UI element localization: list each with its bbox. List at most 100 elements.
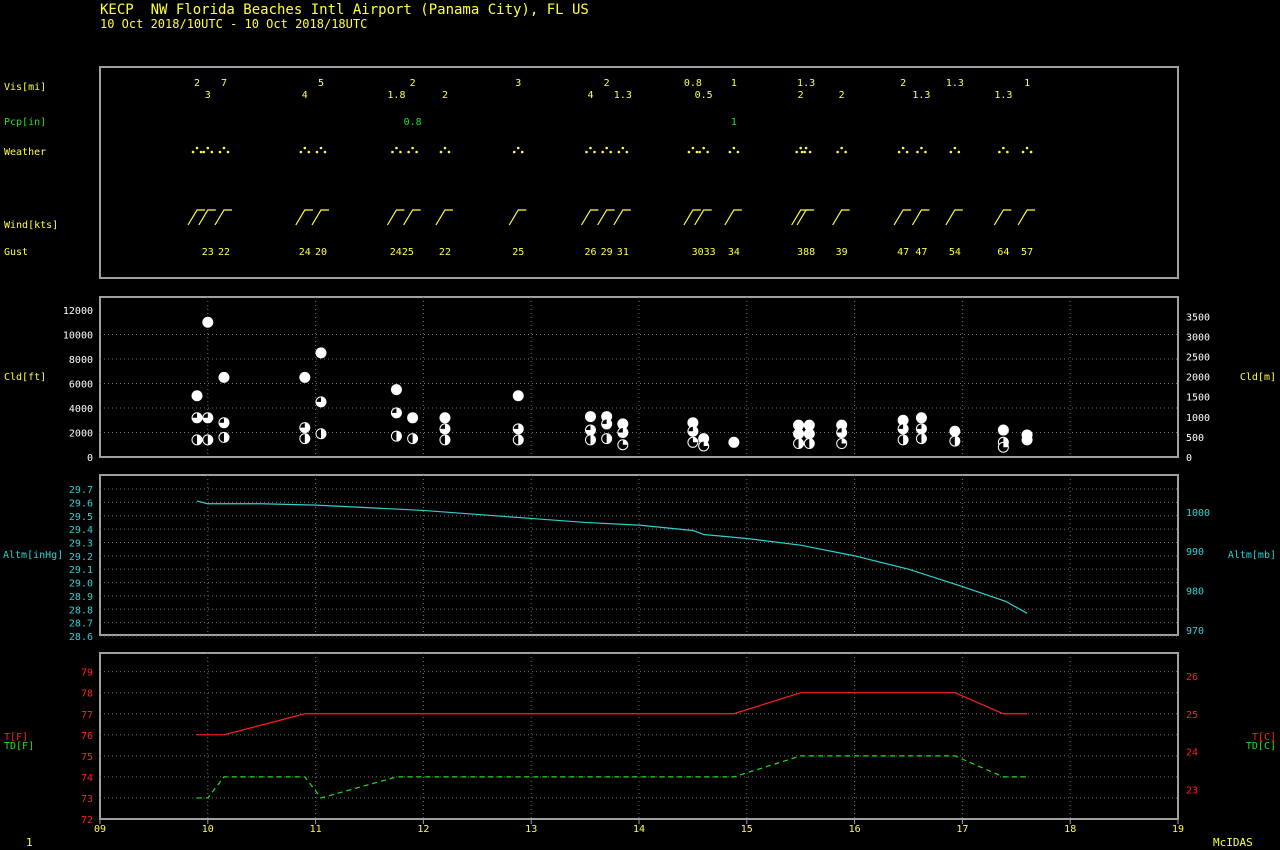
temperature-tick-f: 75 — [81, 752, 93, 763]
gust-value: 31 — [617, 247, 629, 258]
cloud-tick-m: 3000 — [1186, 332, 1210, 343]
altimeter-tick-in: 28.8 — [69, 605, 93, 616]
cloud-cover-fill — [304, 433, 310, 444]
cloud-cover-fill — [606, 433, 612, 444]
weather-symbol — [844, 150, 847, 154]
altimeter-tick-in: 29.7 — [69, 485, 93, 496]
weather-symbol — [687, 150, 691, 154]
temperature-tick-f: 78 — [81, 689, 93, 700]
temperature-tick-f: 77 — [81, 710, 93, 721]
weather-symbol — [516, 146, 520, 150]
cloud-cover-fill — [809, 438, 815, 449]
x-tick-label: 09 — [94, 824, 106, 835]
cloud-tick-ft: 8000 — [69, 355, 93, 366]
weather-symbol — [897, 150, 901, 154]
weather-symbol — [803, 150, 806, 154]
cloud-cover-fill — [798, 438, 804, 449]
vis-value: 4 — [587, 90, 593, 101]
gust-value: 22 — [439, 247, 451, 258]
obs-panel-frame — [99, 66, 1179, 279]
gust-value: 3033 — [692, 247, 716, 258]
altimeter-ylabel-left: Altm[inHg] — [3, 550, 63, 561]
cloud-cover-fill — [590, 434, 596, 445]
x-tick-label: 11 — [310, 824, 322, 835]
weather-symbol — [1006, 150, 1009, 154]
weather-symbol — [195, 146, 199, 150]
gust-value: 20 — [315, 247, 327, 258]
weather-symbol — [585, 150, 588, 154]
x-tick-label: 14 — [633, 824, 645, 835]
x-tick-label: 15 — [741, 824, 753, 835]
dewpoint-ylabel-left: TD[F] — [4, 741, 34, 752]
weather-symbol — [447, 150, 451, 154]
weather-symbol — [395, 146, 398, 150]
wind-barb — [214, 209, 232, 226]
vis-value: 1 — [1024, 78, 1030, 89]
pcp-value: 1 — [731, 117, 737, 128]
gust-value: 25 — [512, 247, 524, 258]
weather-symbol — [443, 146, 447, 150]
cloud-ylabel-left: Cld[ft] — [4, 372, 46, 383]
weather-symbol — [736, 150, 740, 154]
cloud-cover-symbol — [299, 371, 311, 383]
weather-symbol — [411, 146, 414, 150]
temperature-tick-f: 79 — [81, 668, 93, 679]
cloud-tick-m: 0 — [1186, 453, 1192, 464]
weather-symbol — [202, 150, 206, 154]
altimeter-tick-in: 29.6 — [69, 498, 93, 509]
x-tick-label: 12 — [417, 824, 429, 835]
cloud-tick-m: 1000 — [1186, 413, 1210, 424]
weather-symbol — [706, 150, 709, 154]
cloud-tick-m: 500 — [1186, 433, 1204, 444]
cloud-cover-symbol — [997, 424, 1009, 436]
temperature-tick-f: 76 — [81, 731, 93, 742]
weather-symbol — [210, 150, 214, 154]
weather-symbol — [702, 146, 705, 150]
weather-symbol — [808, 150, 812, 154]
wind-barb — [791, 209, 809, 226]
altimeter-tick-in: 28.9 — [69, 592, 93, 603]
temperature-series-line — [197, 692, 1028, 736]
pcp-label: Pcp[in] — [4, 117, 46, 128]
weather-symbol — [512, 150, 516, 154]
temperature-tick-c: 24 — [1186, 748, 1198, 759]
temperature-tick-f: 74 — [81, 773, 93, 784]
gust-value: 47 — [915, 247, 927, 258]
cloud-cover-fill — [412, 433, 418, 444]
gust-value: 29 — [601, 247, 613, 258]
weather-symbol — [1021, 150, 1025, 154]
cloud-cover-symbol — [439, 412, 451, 424]
weather-symbol — [1029, 150, 1033, 154]
weather-symbol — [800, 150, 804, 154]
weather-symbol — [415, 150, 418, 154]
wind-barb — [613, 209, 631, 226]
cloud-cover-fill — [197, 434, 203, 445]
weather-symbol — [593, 150, 596, 154]
weather-symbol — [407, 150, 410, 154]
vis-value: 4 — [302, 90, 308, 101]
cloud-tick-ft: 0 — [87, 453, 93, 464]
weather-symbol — [949, 150, 953, 154]
weather-symbol — [617, 150, 621, 154]
cloud-cover-symbol — [191, 390, 203, 402]
cloud-cover-symbol — [407, 412, 419, 424]
gust-value: 388 — [797, 247, 815, 258]
weather-symbol — [439, 150, 443, 154]
wind-barb — [694, 209, 712, 226]
vis-value: 1.3 — [614, 90, 632, 101]
weather-symbol — [998, 150, 1001, 154]
altimeter-tick-in: 29.3 — [69, 538, 93, 549]
altimeter-ylabel-right: Altm[mb] — [1228, 550, 1276, 561]
vis-label: Vis[mi] — [4, 82, 46, 93]
altimeter-tick-in: 29.4 — [69, 525, 93, 536]
weather-symbol — [625, 150, 629, 154]
cloud-ylabel-right: Cld[m] — [1240, 372, 1276, 383]
weather-symbol — [728, 150, 732, 154]
temperature-tick-c: 23 — [1186, 786, 1198, 797]
x-tick-label: 17 — [956, 824, 968, 835]
wind-barb — [993, 209, 1012, 226]
gust-value: 57 — [1021, 247, 1033, 258]
altimeter-tick-in: 29.1 — [69, 565, 93, 576]
cloud-cover-symbol — [949, 425, 961, 437]
wind-barb — [945, 209, 963, 226]
